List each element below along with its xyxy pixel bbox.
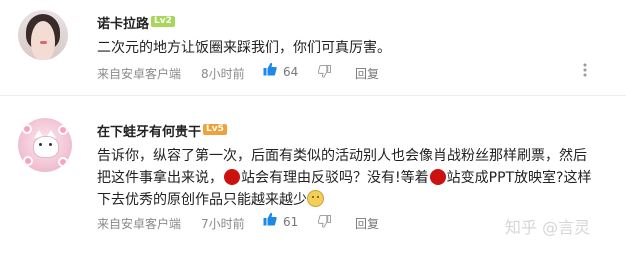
thumbs-down-icon[interactable] bbox=[317, 213, 331, 232]
level-badge: Lv5 bbox=[203, 124, 227, 135]
username[interactable]: 在下蛙牙有何贵干 bbox=[97, 121, 201, 140]
reply-button[interactable]: 回复 bbox=[355, 215, 379, 232]
comment-text-line: 把这件事拿出来说， 站会有理由反驳吗？没有!等着 站变成PPT放映室?这样 bbox=[97, 167, 592, 189]
comment-text-line: 告诉你，纵容了第一次，后面有类似的活动别人也会像肖战粉丝那样刷票，然后 bbox=[97, 148, 587, 164]
avatar[interactable] bbox=[18, 118, 72, 172]
comment-text-segment: 下去优秀的原创作品只能越来越少 bbox=[97, 192, 307, 208]
watermark: 知乎 @言灵 bbox=[505, 218, 591, 237]
comment-source: 来自安卓客户端 bbox=[97, 217, 182, 231]
comment-text-segment: 站会有理由反驳吗？没有!等着 bbox=[241, 170, 429, 186]
comment-text-segment: 把这件事拿出来说， bbox=[97, 170, 223, 186]
confused-emoji-icon bbox=[307, 190, 324, 207]
redaction-mark bbox=[224, 169, 240, 185]
comment-text-segment: 站变成PPT放映室?这样 bbox=[446, 170, 592, 186]
comment: 在下蛙牙有何贵干 Lv5 告诉你，纵容了第一次，后面有类似的活动别人也会像肖战粉… bbox=[0, 0, 626, 231]
thumbs-up-icon[interactable] bbox=[263, 212, 277, 226]
like-count: 61 bbox=[283, 215, 299, 229]
redaction-mark bbox=[429, 169, 446, 185]
comment-time: 7小时前 bbox=[201, 217, 245, 231]
comment-text-line: 下去优秀的原创作品只能越来越少 bbox=[97, 189, 324, 211]
